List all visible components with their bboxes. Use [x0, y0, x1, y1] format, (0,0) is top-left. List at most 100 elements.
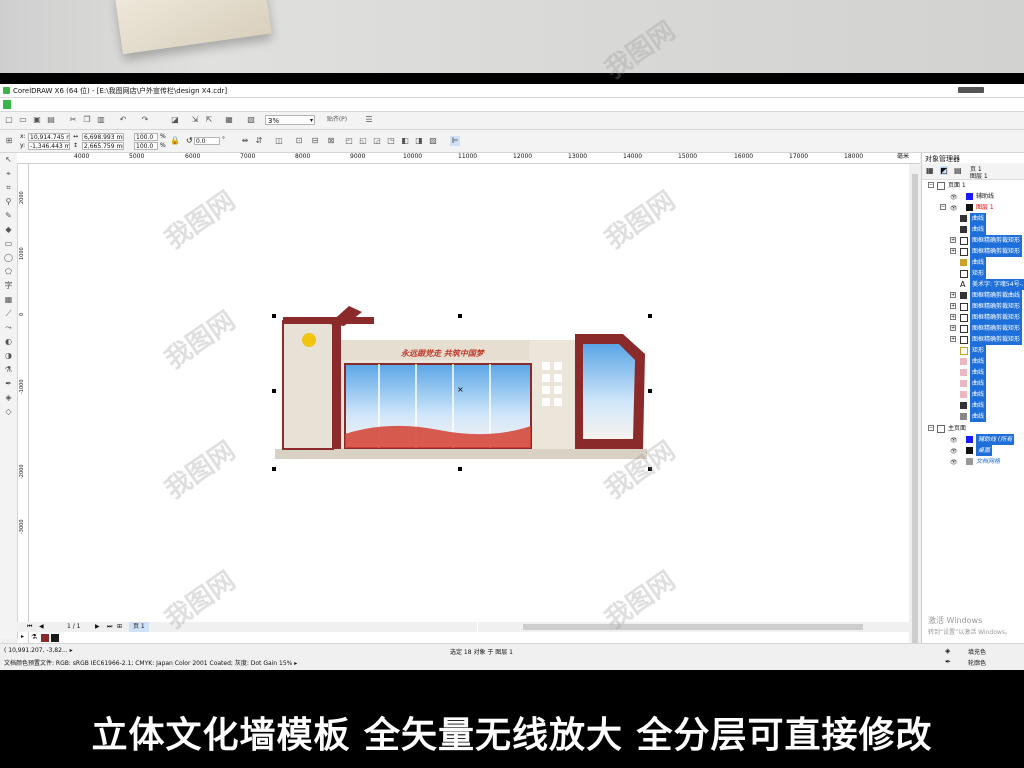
selection-handle[interactable]	[458, 467, 462, 471]
last-page-icon[interactable]: ⏭	[107, 622, 112, 632]
export-icon[interactable]: ⇱	[204, 115, 214, 125]
collapse-icon[interactable]: −	[940, 204, 946, 210]
fill-tool-icon[interactable]: ◈	[4, 393, 13, 402]
tree-object[interactable]: 曲线	[922, 356, 1024, 367]
selection-handle[interactable]	[272, 314, 276, 318]
collapse-icon[interactable]: −	[928, 425, 934, 431]
tree-master-layer[interactable]: 👁 桌面	[922, 445, 1024, 456]
scale-y-field[interactable]: 100.0	[134, 142, 158, 150]
layer-manager-icon[interactable]: ▤	[954, 166, 962, 175]
zoom-tool-icon[interactable]: ⚲	[4, 197, 13, 206]
search-content-icon[interactable]: ◪	[170, 115, 180, 125]
document-icon[interactable]	[3, 100, 11, 109]
interactive-blend-icon[interactable]: ◐	[4, 337, 13, 346]
intersect-icon[interactable]: ◲	[372, 136, 382, 146]
crop-tool-icon[interactable]: ⌗	[4, 183, 13, 192]
connector-tool-icon[interactable]: ⤳	[4, 323, 13, 332]
app-launcher-icon[interactable]: ▧	[246, 115, 256, 125]
eyedropper-tool-icon[interactable]: ⚗	[4, 365, 13, 374]
show-properties-icon[interactable]: ◩	[940, 166, 948, 175]
eyedropper-icon[interactable]: ⚗	[31, 633, 39, 641]
ungroup-icon[interactable]: ⊡	[294, 136, 304, 146]
y-position-field[interactable]: -1,346.443 mm	[28, 142, 70, 150]
cut-icon[interactable]: ✂	[68, 115, 78, 125]
collapse-icon[interactable]: −	[928, 182, 934, 188]
slogan-text[interactable]: 永远跟党走 共筑中国梦	[401, 349, 486, 358]
tree-page1[interactable]: − 页面 1	[922, 180, 1024, 191]
tree-master-layer[interactable]: 👁 辅助线 (所有	[922, 434, 1024, 445]
tree-object[interactable]: + 图框精确剪裁矩形	[922, 246, 1024, 257]
save-icon[interactable]: ▣	[32, 115, 42, 125]
tree-object[interactable]: 曲线	[922, 389, 1024, 400]
tree-object[interactable]: 矩形	[922, 345, 1024, 356]
height-field[interactable]: 2,665.759 mm	[82, 142, 124, 150]
polygon-tool-icon[interactable]: ⬠	[4, 267, 13, 276]
expand-icon[interactable]: +	[950, 237, 956, 243]
tree-object[interactable]: 曲线	[922, 367, 1024, 378]
pick-tool-icon[interactable]: ↖	[4, 155, 13, 164]
tree-master-page[interactable]: − 主页面	[922, 423, 1024, 434]
eye-icon[interactable]: 👁	[950, 435, 958, 445]
back-minus-front-icon[interactable]: ◨	[414, 136, 424, 146]
tree-object[interactable]: 曲线	[922, 378, 1024, 389]
selection-handle[interactable]	[648, 314, 652, 318]
expand-icon[interactable]: +	[950, 292, 956, 298]
text-tool-icon[interactable]: 字	[4, 281, 13, 290]
color-swatch[interactable]	[41, 634, 49, 642]
eye-icon[interactable]: 👁	[950, 203, 958, 213]
expand-icon[interactable]: +	[950, 314, 956, 320]
undo-icon[interactable]: ↶	[118, 115, 128, 125]
tree-object[interactable]: + 图框精确剪裁矩形	[922, 312, 1024, 323]
width-field[interactable]: 6,698.993 mm	[82, 133, 124, 141]
tree-object[interactable]: 曲线	[922, 411, 1024, 422]
dimension-tool-icon[interactable]: ⟋	[4, 309, 13, 318]
tree-master-layer[interactable]: 👁 文档网格	[922, 456, 1024, 467]
window-controls[interactable]	[958, 87, 984, 93]
horizontal-scroll-thumb[interactable]	[523, 624, 863, 630]
prev-page-icon[interactable]: ◀	[39, 622, 44, 632]
ungroup-all-icon[interactable]: ⊟	[310, 136, 320, 146]
left-crossbar[interactable]	[283, 317, 374, 324]
vertical-ruler[interactable]: 2000 1000 0 -1000 -2000 -3000	[18, 164, 29, 670]
open-icon[interactable]: ▭	[18, 115, 28, 125]
rectangle-tool-icon[interactable]: ▭	[4, 239, 13, 248]
rotation-angle-field[interactable]: 0.0	[194, 137, 220, 145]
table-tool-icon[interactable]: ▦	[4, 295, 13, 304]
tree-layer1[interactable]: − 👁 图层 1	[922, 202, 1024, 213]
next-page-icon[interactable]: ▶	[95, 622, 100, 632]
tree-object[interactable]: A 美术字: 字魂54号-...	[922, 279, 1024, 290]
publish-pdf-icon[interactable]: ▦	[224, 115, 234, 125]
tree-object[interactable]: + 图框精确剪裁矩形	[922, 334, 1024, 345]
combine-icon[interactable]: ⊠	[326, 136, 336, 146]
scale-x-field[interactable]: 100.0	[134, 133, 158, 141]
create-boundary-icon[interactable]: ▨	[428, 136, 438, 146]
copy-icon[interactable]: ❐	[82, 115, 92, 125]
drawing-canvas[interactable]: 永远跟党走 共筑中国梦 ×	[29, 164, 909, 670]
color-profile-info[interactable]: 文档颜色预置文件: RGB: sRGB IEC61966-2.1; CMYK: …	[4, 658, 297, 667]
base-platform[interactable]	[275, 449, 647, 459]
selection-handle[interactable]	[272, 389, 276, 393]
vertical-scrollbar[interactable]	[910, 164, 920, 670]
interactive-fill-icon[interactable]: ◇	[4, 407, 13, 416]
shape-tool-icon[interactable]: ⌖	[4, 169, 13, 178]
zoom-level-select[interactable]: 3% ▾	[265, 115, 315, 125]
selection-handle[interactable]	[272, 467, 276, 471]
tree-object[interactable]: 曲线	[922, 400, 1024, 411]
new-icon[interactable]: ▢	[4, 115, 14, 125]
tree-object[interactable]: 矩形	[922, 268, 1024, 279]
ellipse-tool-icon[interactable]: ◯	[4, 253, 13, 262]
transparency-tool-icon[interactable]: ◑	[4, 351, 13, 360]
expand-icon[interactable]: +	[950, 336, 956, 342]
expand-icon[interactable]: +	[950, 325, 956, 331]
mirror-vertical-icon[interactable]: ⇵	[254, 136, 264, 146]
simplify-icon[interactable]: ◳	[386, 136, 396, 146]
import-icon[interactable]: ⇲	[190, 115, 200, 125]
page-tab[interactable]: 页 1	[129, 622, 149, 632]
object-origin-icon[interactable]: ⊞	[4, 136, 14, 146]
group-icon[interactable]: ◫	[274, 136, 284, 146]
pillar-divider[interactable]	[334, 324, 341, 449]
expand-icon[interactable]: +	[950, 303, 956, 309]
smart-fill-icon[interactable]: ◆	[4, 225, 13, 234]
tree-object[interactable]: + 图框精确剪裁矩形	[922, 235, 1024, 246]
front-minus-back-icon[interactable]: ◧	[400, 136, 410, 146]
